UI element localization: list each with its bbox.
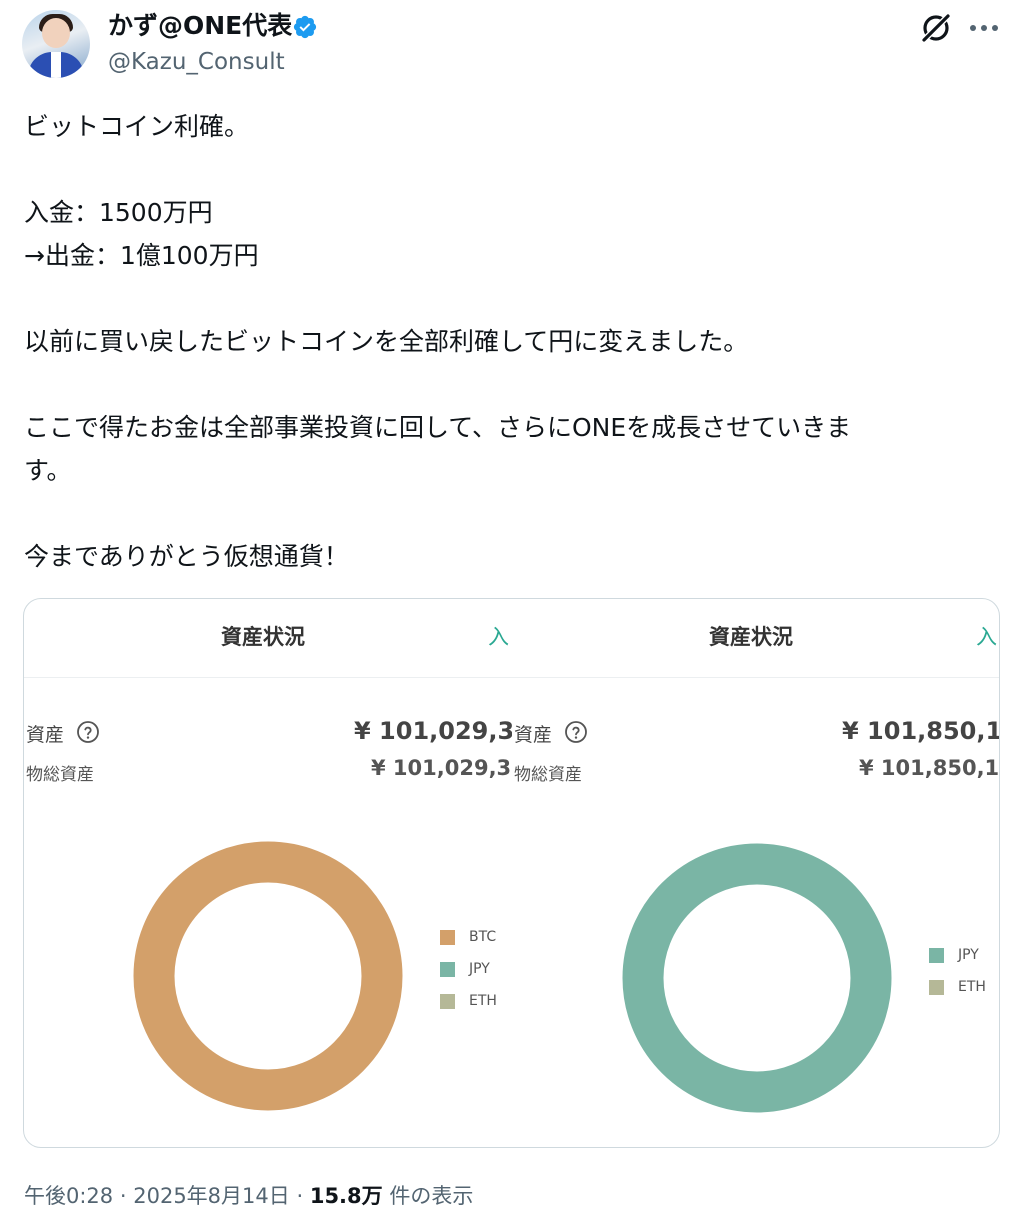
legend-swatch <box>440 993 455 1009</box>
tweet-line <box>24 363 1004 406</box>
tweet-line: 以前に買い戻したビットコインを全部利確して円に変えました。 <box>24 327 749 356</box>
legend-item: ETH <box>440 985 497 1017</box>
legend-label: JPY <box>958 947 979 963</box>
tweet-meta: 午後0:28 · 2025年8月14日 · 15.8万 件の表示 <box>24 1180 473 1210</box>
legend-label: ETH <box>469 993 497 1009</box>
legend-label: BTC <box>469 929 497 945</box>
tweet-line <box>24 492 1004 535</box>
donut-slice-jpy <box>622 843 892 1113</box>
donut-chart <box>133 841 403 1111</box>
asset-label: 資産 <box>26 724 65 746</box>
more-horizontal-icon[interactable] <box>964 10 1004 46</box>
panel-tab: 入 <box>976 625 997 649</box>
views-count[interactable]: 15.8万 <box>310 1184 383 1208</box>
legend-swatch <box>929 947 944 963</box>
legend-item: BTC <box>440 921 497 953</box>
handle[interactable]: @Kazu_Consult <box>108 47 285 77</box>
legend-item: JPY <box>929 939 986 971</box>
donut-chart <box>622 843 892 1113</box>
chart-legend: BTC JPY ETH <box>440 921 497 1017</box>
screenshot-left[interactable]: 資産状況 入 資産 ¥ 101,029,36 物総資産 ¥ 101,029,36… <box>24 599 512 1147</box>
tweet-time[interactable]: 午後0:28 <box>24 1184 113 1208</box>
display-name[interactable]: かず@ONE代表 <box>108 10 292 42</box>
panel-tab: 入 <box>488 625 509 649</box>
tweet-line: ここで得たお金は全部事業投資に回して、さらにONEを成長させていきま <box>24 413 852 442</box>
avatar[interactable] <box>22 10 90 78</box>
meta-separator: · <box>296 1184 304 1208</box>
question-circle-icon <box>77 721 99 743</box>
legend-item: ETH <box>929 971 986 1003</box>
screenshot-right[interactable]: 資産状況 入 資産 ¥ 101,850,18 物総資産 ¥ 101,850,18… <box>512 599 999 1147</box>
sub-asset-value: ¥ 101,850,18 <box>859 756 999 780</box>
verified-badge-icon <box>293 15 317 39</box>
panel-header: 資産状況 入 <box>512 599 999 678</box>
grok-icon[interactable] <box>918 10 954 46</box>
donut-slice-btc <box>133 841 403 1111</box>
tweet-text: ビットコイン利確。 入金：1500万円 →出金：1億100万円 以前に買い戻した… <box>24 105 1004 578</box>
panel-header: 資産状況 入 <box>24 599 512 678</box>
legend-swatch <box>440 929 455 945</box>
tweet-date[interactable]: 2025年8月14日 <box>133 1184 290 1208</box>
asset-label: 資産 <box>514 724 553 746</box>
tweet-line: 今までありがとう仮想通貨！ <box>24 542 349 571</box>
sub-asset-value: ¥ 101,029,36 <box>371 756 512 780</box>
total-asset-value: ¥ 101,850,18 <box>842 717 999 745</box>
tweet-line: ビットコイン利確。 <box>24 112 250 141</box>
sub-asset-label: 物総資産 <box>26 765 94 785</box>
question-circle-icon <box>565 721 587 743</box>
sub-asset-label: 物総資産 <box>514 765 582 785</box>
tweet-line: →出金：1億100万円 <box>24 241 259 270</box>
meta-separator: · <box>119 1184 127 1208</box>
legend-item: JPY <box>440 953 497 985</box>
tweet-line: 入金：1500万円 <box>24 198 213 227</box>
views-label: 件の表示 <box>389 1184 474 1208</box>
chart-legend: JPY ETH <box>929 939 986 1003</box>
legend-swatch <box>440 961 455 977</box>
panel-title: 資産状況 <box>709 625 793 649</box>
total-asset-value: ¥ 101,029,36 <box>354 717 512 745</box>
legend-label: JPY <box>469 961 490 977</box>
panel-title: 資産状況 <box>221 625 305 649</box>
legend-label: ETH <box>958 979 986 995</box>
tweet-line <box>24 277 1004 320</box>
tweet-line: す。 <box>24 456 72 485</box>
legend-swatch <box>929 979 944 995</box>
media-card[interactable]: 資産状況 入 資産 ¥ 101,029,36 物総資産 ¥ 101,029,36… <box>23 598 1000 1148</box>
tweet-line <box>24 148 1004 191</box>
